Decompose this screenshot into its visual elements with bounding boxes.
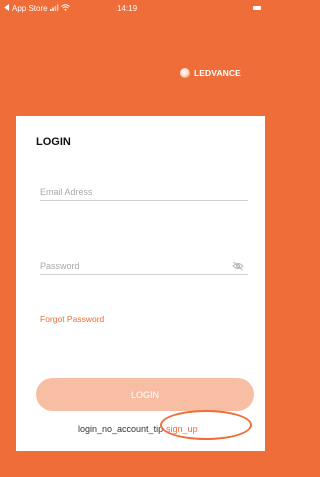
email-field[interactable]	[40, 184, 220, 200]
carrier-label[interactable]: App Store	[12, 4, 48, 13]
password-field[interactable]	[40, 258, 220, 274]
sign-up-link[interactable]: sign_up	[166, 424, 198, 434]
eye-off-icon[interactable]	[232, 258, 244, 271]
forgot-password-link[interactable]: Forgot Password	[40, 314, 104, 324]
status-left: App Store	[4, 4, 70, 13]
login-card: LOGIN Forgot Password LOGIN login_no_acc…	[16, 116, 265, 451]
login-button[interactable]: LOGIN	[36, 378, 254, 411]
page-title: LOGIN	[36, 136, 71, 148]
password-field-wrapper	[40, 256, 248, 275]
no-account-tip: login_no_account_tip	[78, 424, 164, 434]
signup-row: login_no_account_tip sign_up	[78, 424, 198, 434]
status-bar: App Store 14:19	[0, 0, 265, 20]
email-field-wrapper	[40, 182, 248, 201]
battery-icon	[253, 6, 261, 10]
back-arrow-icon[interactable]	[4, 4, 10, 13]
brand-logo: LEDVANCE	[180, 68, 241, 78]
status-time: 14:19	[117, 4, 138, 13]
brand-name: LEDVANCE	[194, 68, 241, 78]
brand-dot-icon	[180, 68, 190, 78]
signal-icon	[49, 4, 59, 13]
wifi-icon	[60, 4, 70, 13]
